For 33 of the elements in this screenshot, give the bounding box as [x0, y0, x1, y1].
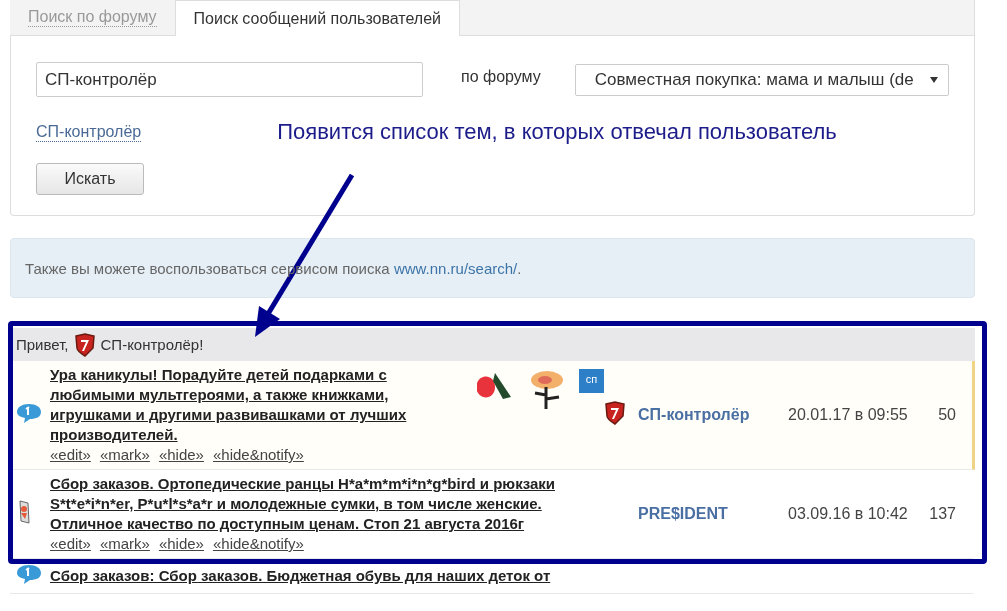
topic-title[interactable]: Ура каникулы! Порадуйте детей подарками с любимыми мультгероями, а также книжками, игрушками и другими развивашками от лучших производителей. — [50, 365, 459, 445]
speech-bubble-icon — [16, 402, 42, 424]
figure-icon — [16, 499, 32, 525]
action-link[interactable]: «hide&notify» — [212, 535, 304, 552]
speech-bubble-icon — [16, 563, 42, 585]
shield-icon — [73, 332, 96, 357]
search-link[interactable]: www.nn.ru/search/ — [393, 259, 518, 277]
action-link[interactable]: «hide» — [158, 535, 204, 552]
greeting-text: Привет, — [16, 336, 69, 353]
action-link[interactable]: «hide&notify» — [212, 446, 304, 463]
reply-count: 50 — [937, 406, 957, 424]
author-link[interactable]: СП-контролёр — [638, 406, 750, 423]
sp-badge: сп — [579, 369, 604, 393]
caret-icon — [929, 76, 938, 83]
search-field[interactable]: СП-контролёр — [36, 62, 423, 97]
author-link[interactable]: PRE$IDENT — [638, 505, 728, 522]
user-link[interactable]: СП-контролёр — [36, 122, 142, 142]
action-link[interactable]: «mark» — [99, 446, 150, 463]
action-link[interactable]: «mark» — [99, 535, 150, 552]
action-link[interactable]: «hide» — [158, 446, 204, 463]
topic-title[interactable]: Сбор заказов. Ортопедические ранцы H*a*m*m*i*n*g*bird и рюкзаки S*t*e*i*n*er, P*u*l*s*a*r и молодежные сумки, в том числе женские. Отличное качество по доступным ценам. Стоп 21 августа 2016г — [50, 474, 604, 534]
action-link[interactable]: «edit» — [50, 535, 91, 552]
action-link[interactable]: «edit» — [50, 446, 91, 463]
forum-select[interactable]: Совместная покупка: мама и малыш (de — [574, 63, 949, 96]
post-date: 20.01.17 в 09:55 — [788, 406, 908, 423]
forum-label: по форуму — [461, 67, 541, 86]
annotation-caption: Появится список тем, в которых отвечал пользователь — [277, 119, 837, 145]
post-date: 03.09.16 в 10:42 — [788, 505, 908, 522]
tab[interactable]: Поиск сообщений пользователей — [174, 0, 461, 36]
search-button[interactable]: Искать — [36, 163, 144, 195]
reply-count: 137 — [928, 505, 957, 523]
greeting-name: СП-контролёр! — [100, 336, 204, 353]
topic-title[interactable]: Сбор заказов: Сбор заказов. Бюджетная обувь для наших деток от — [50, 566, 604, 586]
